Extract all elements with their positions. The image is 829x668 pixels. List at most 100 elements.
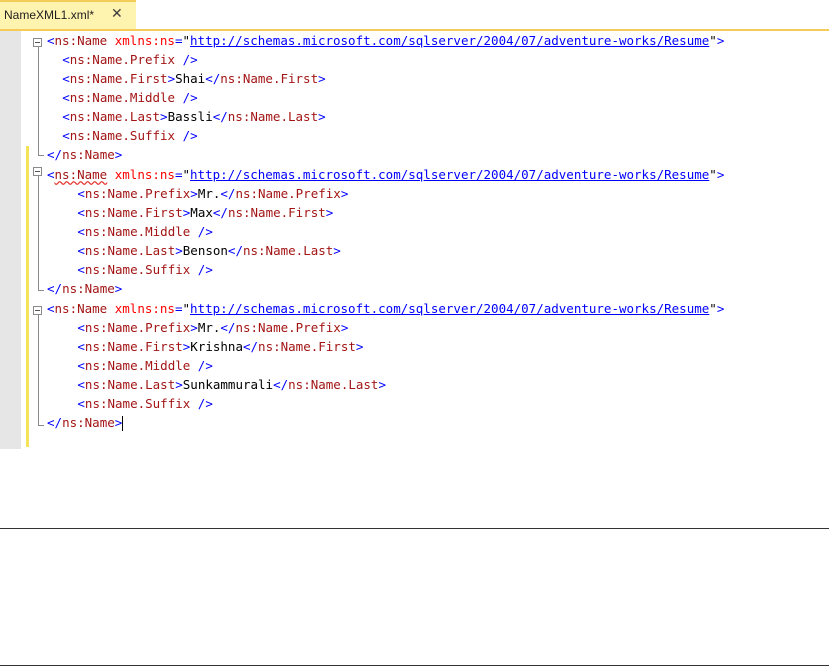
code-token: > <box>190 186 198 201</box>
code-line[interactable]: <ns:Name xmlns:ns="http://schemas.micros… <box>47 31 724 50</box>
code-token: /> <box>175 90 198 105</box>
code-token: " <box>182 33 191 48</box>
code-token: ns:Name.First <box>84 205 183 220</box>
code-token: ns:Name <box>54 301 108 316</box>
fold-guide-end <box>38 155 44 156</box>
code-token: ns:Name <box>54 33 108 48</box>
code-token: ns:Name <box>54 167 108 182</box>
document-tab-bar: NameXML1.xml* ✕ <box>0 0 829 29</box>
code-token: ns:Name.Suffix <box>69 128 176 143</box>
code-line[interactable]: <ns:Name.Middle /> <box>77 222 212 241</box>
code-token: > <box>114 147 123 162</box>
fold-toggle-icon[interactable] <box>33 167 42 176</box>
code-token: < <box>77 224 85 239</box>
code-token: ns:Name.First <box>220 71 319 86</box>
code-token: > <box>318 109 326 124</box>
code-line[interactable]: <ns:Name.First>Shai</ns:Name.First> <box>62 69 325 88</box>
code-line[interactable]: <ns:Name.Middle /> <box>77 356 212 375</box>
code-token: " <box>709 301 717 316</box>
code-token: < <box>77 377 85 392</box>
code-token: Mr. <box>197 320 221 335</box>
code-token: < <box>77 339 85 354</box>
code-token: " <box>709 167 717 182</box>
code-line[interactable]: </ns:Name> <box>47 145 122 164</box>
code-token: < <box>77 205 85 220</box>
code-token: > <box>160 109 168 124</box>
code-token: > <box>333 243 341 258</box>
code-token: < <box>62 128 70 143</box>
code-token: Krishna <box>190 339 243 354</box>
code-token: </ <box>220 186 236 201</box>
divider-bottom <box>0 665 829 666</box>
code-token: ns:Name <box>62 281 115 296</box>
code-token: < <box>62 109 70 124</box>
code-token: </ <box>47 281 63 296</box>
fold-toggle-icon[interactable] <box>33 38 42 47</box>
code-token: < <box>62 90 70 105</box>
code-token: ns:Name.Prefix <box>84 320 191 335</box>
text-caret <box>122 416 124 431</box>
code-token: > <box>175 377 183 392</box>
xml-editor[interactable]: <ns:Name xmlns:ns="http://schemas.micros… <box>0 31 829 449</box>
code-line[interactable]: <ns:Name.First>Krishna</ns:Name.First> <box>77 337 363 356</box>
code-line[interactable]: </ns:Name> <box>47 413 124 432</box>
code-token: xmlns:ns <box>107 301 175 316</box>
code-token: Sunkammurali <box>182 377 274 392</box>
code-line[interactable]: <ns:Name.Prefix /> <box>62 50 197 69</box>
code-token: ns:Name.Prefix <box>84 186 191 201</box>
code-line[interactable]: <ns:Name.Suffix /> <box>62 126 197 145</box>
code-line[interactable]: <ns:Name xmlns:ns="http://schemas.micros… <box>47 165 724 184</box>
code-token: > <box>340 320 349 335</box>
code-token: /> <box>190 396 213 411</box>
code-line[interactable]: <ns:Name.Suffix /> <box>77 260 212 279</box>
code-line[interactable]: <ns:Name.First>Max</ns:Name.First> <box>77 203 333 222</box>
code-token: ns:Name.Middle <box>69 90 176 105</box>
code-token: Shai <box>175 71 206 86</box>
code-token: </ <box>273 377 289 392</box>
code-token: ns:Name.Last <box>69 109 161 124</box>
code-line[interactable]: <ns:Name.Prefix>Mr.</ns:Name.Prefix> <box>77 318 348 337</box>
code-token: < <box>77 320 85 335</box>
code-token: > <box>355 339 364 354</box>
code-token: </ <box>227 243 243 258</box>
code-token: ns:Name.Last <box>84 243 176 258</box>
code-token: ns:Name.Suffix <box>84 396 191 411</box>
code-token: /> <box>175 52 198 67</box>
code-token: > <box>318 71 326 86</box>
code-line[interactable]: <ns:Name.Suffix /> <box>77 394 212 413</box>
code-token: < <box>77 186 85 201</box>
code-token: > <box>378 377 386 392</box>
code-token: ns:Name.Last <box>84 377 176 392</box>
document-tab-title[interactable]: NameXML1.xml* <box>4 8 94 22</box>
code-token: < <box>47 33 55 48</box>
code-token: > <box>167 71 176 86</box>
code-token: Mr. <box>197 186 221 201</box>
code-token: /> <box>190 224 213 239</box>
code-token: Bassli <box>167 109 213 124</box>
code-token: http://schemas.microsoft.com/sqlserver/2… <box>190 33 710 48</box>
code-token: </ <box>212 205 228 220</box>
code-token: > <box>325 205 334 220</box>
code-token: " <box>182 301 191 316</box>
code-token: ns:Name.First <box>84 339 183 354</box>
close-icon[interactable]: ✕ <box>111 6 123 22</box>
code-token: > <box>190 320 198 335</box>
code-token: ns:Name.Prefix <box>69 52 176 67</box>
code-line[interactable]: <ns:Name.Prefix>Mr.</ns:Name.Prefix> <box>77 184 348 203</box>
code-token: /> <box>175 128 198 143</box>
code-line[interactable]: <ns:Name.Last>Bassli</ns:Name.Last> <box>62 107 325 126</box>
code-token: ns:Name.First <box>227 205 326 220</box>
fold-toggle-icon[interactable] <box>33 306 42 315</box>
document-tab[interactable]: NameXML1.xml* ✕ <box>0 0 136 29</box>
code-token: > <box>114 415 123 430</box>
code-line[interactable]: <ns:Name.Last>Sunkammurali</ns:Name.Last… <box>77 375 386 394</box>
code-line[interactable]: <ns:Name.Last>Benson</ns:Name.Last> <box>77 241 340 260</box>
code-token: > <box>340 186 349 201</box>
code-token: /> <box>190 262 213 277</box>
code-token: < <box>77 396 85 411</box>
code-line[interactable]: </ns:Name> <box>47 279 122 298</box>
code-token: > <box>716 33 725 48</box>
code-line[interactable]: <ns:Name.Middle /> <box>62 88 197 107</box>
code-line[interactable]: <ns:Name xmlns:ns="http://schemas.micros… <box>47 299 724 318</box>
code-token: Benson <box>182 243 228 258</box>
